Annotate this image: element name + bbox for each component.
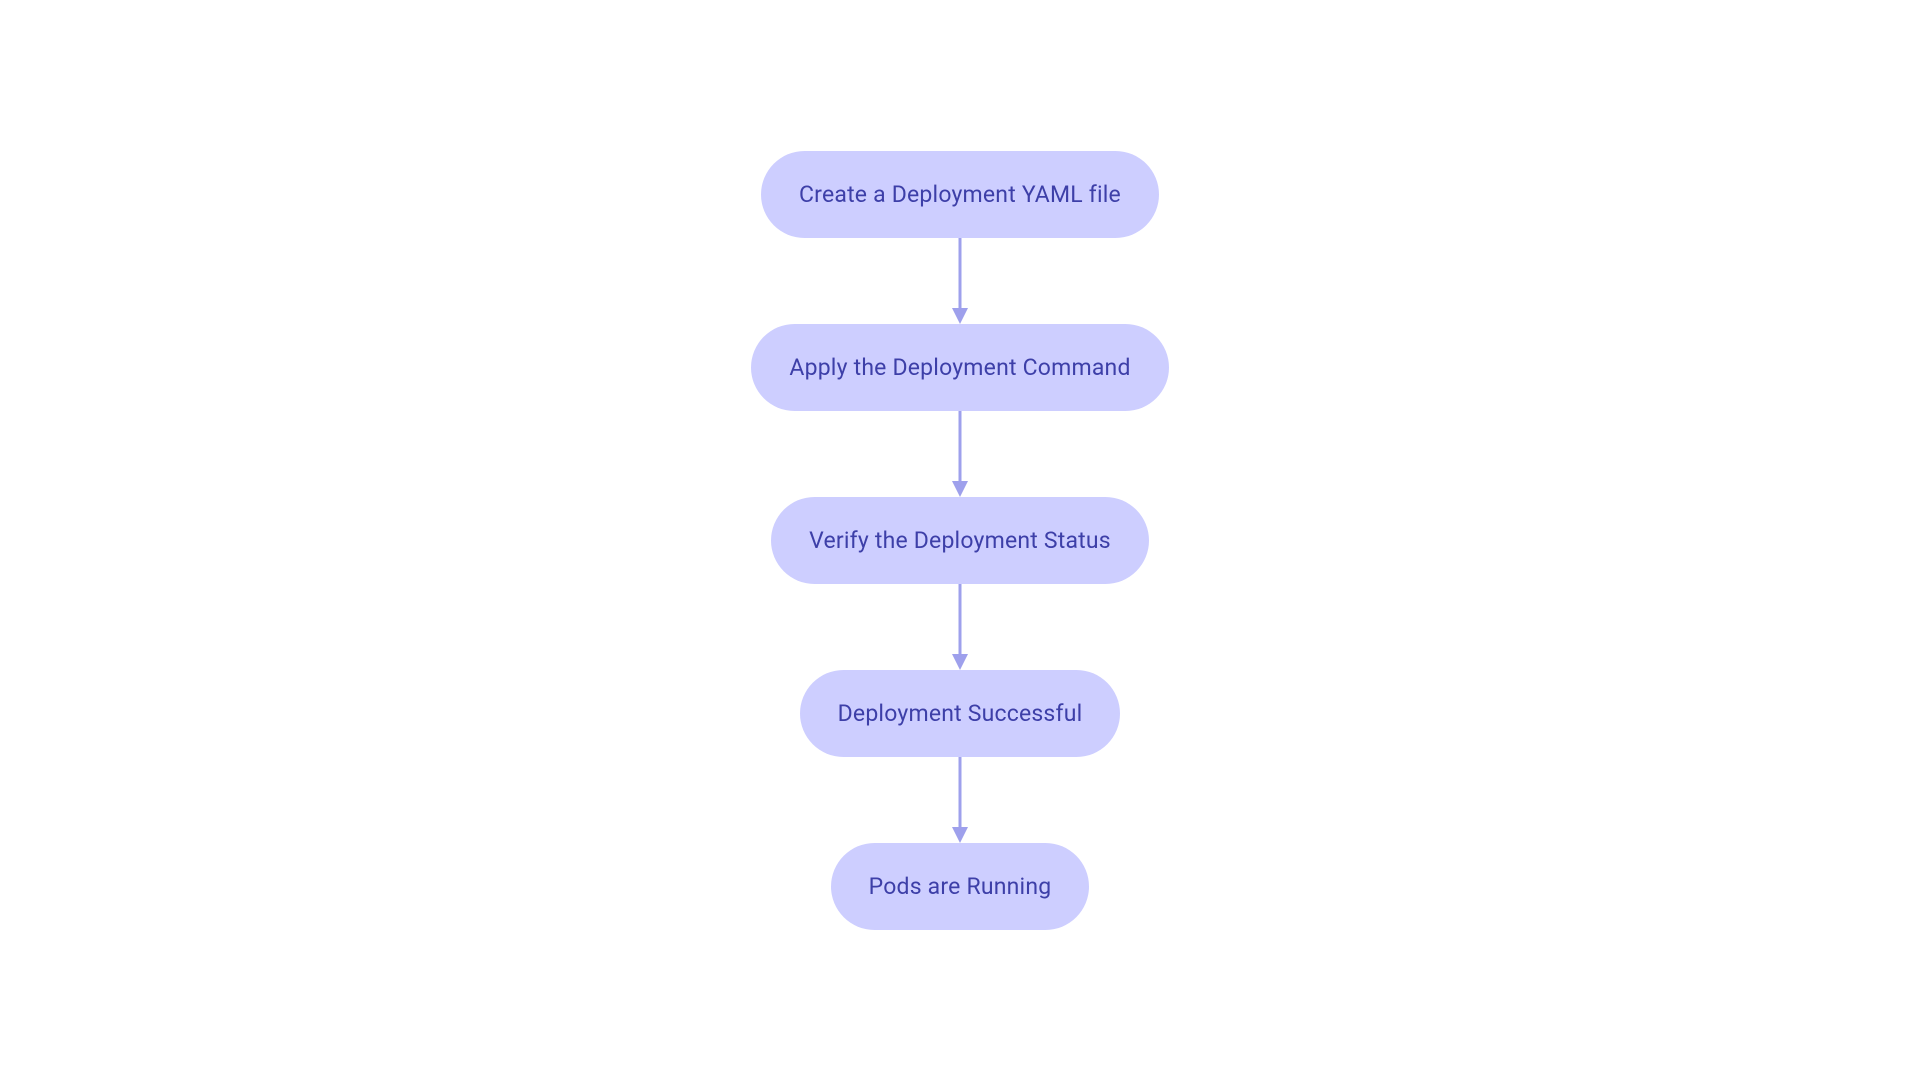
flow-node: Pods are Running	[831, 843, 1090, 930]
flow-arrow	[948, 411, 972, 497]
flow-node: Deployment Successful	[800, 670, 1121, 757]
flow-node: Create a Deployment YAML file	[761, 151, 1159, 238]
flow-arrow	[948, 757, 972, 843]
flowchart-container: Create a Deployment YAML file Apply the …	[751, 151, 1168, 930]
flow-node: Verify the Deployment Status	[771, 497, 1149, 584]
flow-arrow	[948, 584, 972, 670]
flow-node: Apply the Deployment Command	[751, 324, 1168, 411]
flow-arrow	[948, 238, 972, 324]
